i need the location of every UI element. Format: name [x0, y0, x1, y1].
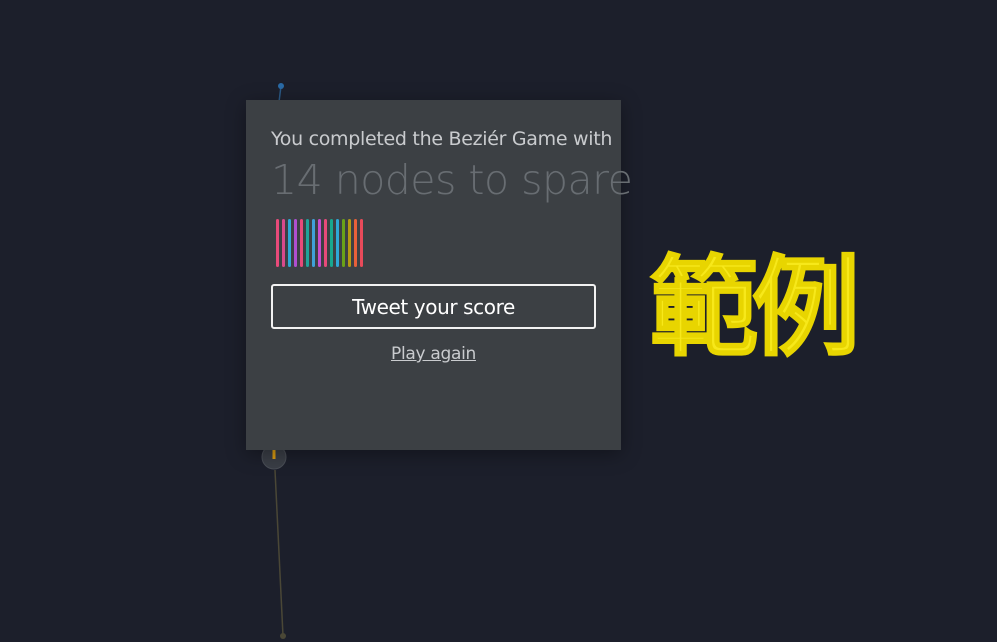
remaining-node-bar [324, 219, 327, 267]
remaining-node-bar [300, 219, 303, 267]
remaining-node-bar [348, 219, 351, 267]
bezier-curve-segment [274, 469, 284, 637]
game-complete-modal: You completed the Beziér Game with 14 no… [246, 100, 633, 450]
remaining-node-bar [276, 219, 279, 267]
control-point-top[interactable] [278, 83, 284, 89]
remaining-node-bar [336, 219, 339, 267]
remaining-node-bar [312, 219, 315, 267]
completion-message: You completed the Beziér Game with [271, 128, 613, 150]
remaining-node-bar [288, 219, 291, 267]
remaining-node-bar [354, 219, 357, 267]
watermark-stamp: 範例 [649, 245, 861, 371]
remaining-nodes-bars [276, 219, 596, 267]
score-heading: 14 nodes to spare [271, 156, 633, 204]
remaining-node-bar [342, 219, 345, 267]
remaining-node-bar [318, 219, 321, 267]
remaining-node-bar [306, 219, 309, 267]
game-stage: You completed the Beziér Game with 14 no… [0, 0, 997, 642]
remaining-node-bar [294, 219, 297, 267]
remaining-node-bar [282, 219, 285, 267]
remaining-node-bar [330, 219, 333, 267]
tweet-score-button[interactable]: Tweet your score [271, 284, 596, 329]
control-point-bottom[interactable] [280, 633, 286, 639]
remaining-node-bar [360, 219, 363, 267]
play-again-link[interactable]: Play again [271, 344, 596, 364]
